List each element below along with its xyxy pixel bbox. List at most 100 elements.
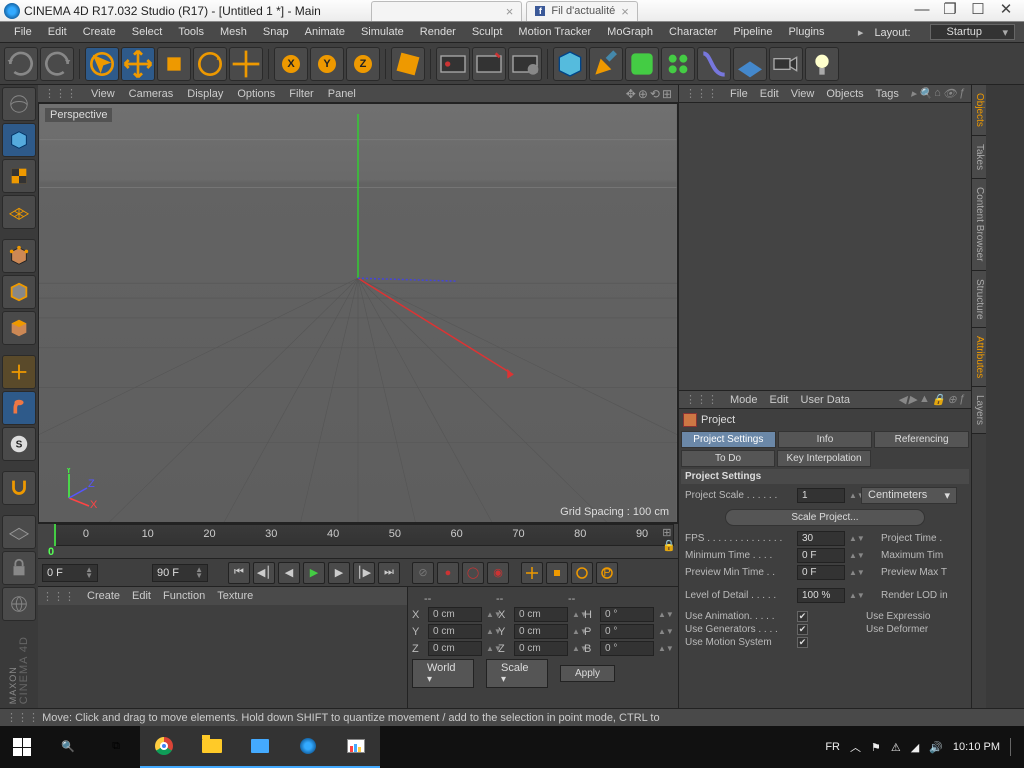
grid-icon[interactable]: ⊞ — [662, 526, 676, 539]
tray-lang[interactable]: FR — [825, 741, 840, 753]
nav-back-icon[interactable]: ◀ — [898, 393, 906, 406]
vp-menu-options[interactable]: Options — [237, 88, 275, 100]
lock-icon[interactable]: 🔒 — [932, 393, 946, 406]
function-icon[interactable]: ƒ — [959, 87, 965, 100]
use-motion-checkbox[interactable]: ✔ — [797, 637, 808, 648]
size-z-input[interactable] — [514, 641, 568, 656]
subdivision-button[interactable] — [625, 47, 659, 81]
render-view-button[interactable] — [436, 47, 470, 81]
project-scale-unit-dropdown[interactable]: Centimeters▾ — [861, 487, 957, 504]
coord-system-button[interactable] — [391, 47, 425, 81]
render-picture-button[interactable] — [472, 47, 506, 81]
polygons-mode-button[interactable] — [2, 311, 36, 345]
floor-button[interactable] — [733, 47, 767, 81]
nav-rotate-icon[interactable]: ⟲ — [650, 87, 660, 101]
taskbar-search[interactable]: 🔍 — [44, 726, 92, 768]
eye-icon[interactable]: 👁 — [943, 87, 957, 100]
pos-key-button[interactable] — [521, 562, 543, 584]
menu-select[interactable]: Select — [124, 24, 171, 40]
new-icon[interactable]: ⊕ — [948, 393, 957, 406]
points-mode-button[interactable] — [2, 239, 36, 273]
size-y-input[interactable] — [514, 624, 568, 639]
project-scale-input[interactable] — [797, 488, 845, 503]
scale-key-button[interactable] — [546, 562, 568, 584]
nav-layout-icon[interactable]: ⊞ — [662, 87, 672, 101]
tray-chevron-icon[interactable]: ︿ — [850, 739, 861, 755]
layout-dropdown[interactable]: Startup — [930, 24, 1015, 40]
mat-menu-function[interactable]: Function — [163, 590, 205, 602]
obj-menu-objects[interactable]: Objects — [826, 88, 863, 100]
mat-menu-edit[interactable]: Edit — [132, 590, 151, 602]
tab-referencing[interactable]: Referencing — [874, 431, 969, 448]
vp-menu-view[interactable]: View — [91, 88, 115, 100]
deformer-button[interactable] — [697, 47, 731, 81]
x-axis-lock[interactable]: X — [274, 47, 308, 81]
restore-icon[interactable]: ❐ — [942, 3, 958, 19]
attr-menu-edit[interactable]: Edit — [770, 394, 789, 406]
home-icon[interactable]: ⌂ — [934, 87, 941, 100]
size-x-input[interactable] — [514, 607, 568, 622]
menu-character[interactable]: Character — [661, 24, 725, 40]
move-tool[interactable] — [121, 47, 155, 81]
menu-create[interactable]: Create — [75, 24, 124, 40]
tray-flag-icon[interactable]: ⚑ — [871, 741, 881, 754]
rotate-tool[interactable] — [193, 47, 227, 81]
menu-render[interactable]: Render — [412, 24, 464, 40]
timeline-ruler[interactable]: 0102030405060708090 0 ⊞🔒 — [38, 523, 678, 558]
y-axis-lock[interactable]: Y — [310, 47, 344, 81]
locked-workplane-button[interactable] — [2, 551, 36, 585]
tab-info[interactable]: Info — [778, 431, 873, 448]
param-key-button[interactable]: P — [596, 562, 618, 584]
menu-mesh[interactable]: Mesh — [212, 24, 255, 40]
rot-key-button[interactable] — [571, 562, 593, 584]
menu-animate[interactable]: Animate — [297, 24, 353, 40]
play-button[interactable]: ▶ — [303, 562, 325, 584]
live-selection-tool[interactable] — [85, 47, 119, 81]
key-options-button[interactable]: ◉ — [487, 562, 509, 584]
tray-clock[interactable]: 10:10 PM — [953, 741, 1000, 753]
apply-button[interactable]: Apply — [560, 665, 615, 682]
pos-y-input[interactable] — [428, 624, 482, 639]
object-tree[interactable] — [679, 103, 971, 391]
menu-snap[interactable]: Snap — [255, 24, 297, 40]
planar-workplane-button[interactable] — [2, 587, 36, 621]
tray-network-icon[interactable]: ⚠ — [891, 741, 901, 754]
taskbar-paint[interactable] — [332, 726, 380, 768]
scale-project-button[interactable]: Scale Project... — [725, 509, 925, 526]
side-tab-objects[interactable]: Objects — [972, 85, 986, 136]
light-button[interactable] — [805, 47, 839, 81]
minimize-icon[interactable]: — — [914, 3, 930, 19]
scale-tool[interactable] — [157, 47, 191, 81]
pos-z-input[interactable] — [428, 641, 482, 656]
menu-pipeline[interactable]: Pipeline — [725, 24, 780, 40]
goto-end-button[interactable]: ⏭ — [378, 562, 400, 584]
mat-menu-texture[interactable]: Texture — [217, 590, 253, 602]
search-icon[interactable]: 🔍 — [918, 87, 932, 100]
taskbar-explorer[interactable] — [188, 726, 236, 768]
taskbar-chrome[interactable] — [140, 726, 188, 768]
pen-tool-button[interactable] — [589, 47, 623, 81]
browser-tab-blank[interactable]: × — [371, 1, 523, 21]
taskbar-taskview[interactable]: ⧉ — [92, 726, 140, 768]
redo-button[interactable] — [40, 47, 74, 81]
tray-wifi-icon[interactable]: ◢ — [911, 741, 919, 754]
close-icon[interactable]: ✕ — [998, 3, 1014, 19]
lod-input[interactable] — [797, 588, 845, 603]
goto-prev-key-button[interactable]: ◀⎮ — [253, 562, 275, 584]
menu-sculpt[interactable]: Sculpt — [464, 24, 511, 40]
size-mode-dropdown[interactable]: Scale ▾ — [486, 659, 548, 688]
attr-menu-mode[interactable]: Mode — [730, 394, 758, 406]
end-frame-field[interactable]: 90 F▲▼ — [152, 564, 208, 582]
make-editable-button[interactable] — [2, 87, 36, 121]
side-tab-structure[interactable]: Structure — [972, 271, 986, 329]
menu-simulate[interactable]: Simulate — [353, 24, 412, 40]
maximize-icon[interactable]: ☐ — [970, 3, 986, 19]
obj-menu-tags[interactable]: Tags — [876, 88, 899, 100]
menu-plugins[interactable]: Plugins — [780, 24, 832, 40]
min-time-input[interactable] — [797, 548, 845, 563]
viewport-isolate-button[interactable]: S — [2, 427, 36, 461]
menu-tools[interactable]: Tools — [170, 24, 212, 40]
keyframe-selection-button[interactable]: ◯ — [462, 562, 484, 584]
obj-menu-file[interactable]: File — [730, 88, 748, 100]
enable-axis-button[interactable] — [2, 355, 36, 389]
